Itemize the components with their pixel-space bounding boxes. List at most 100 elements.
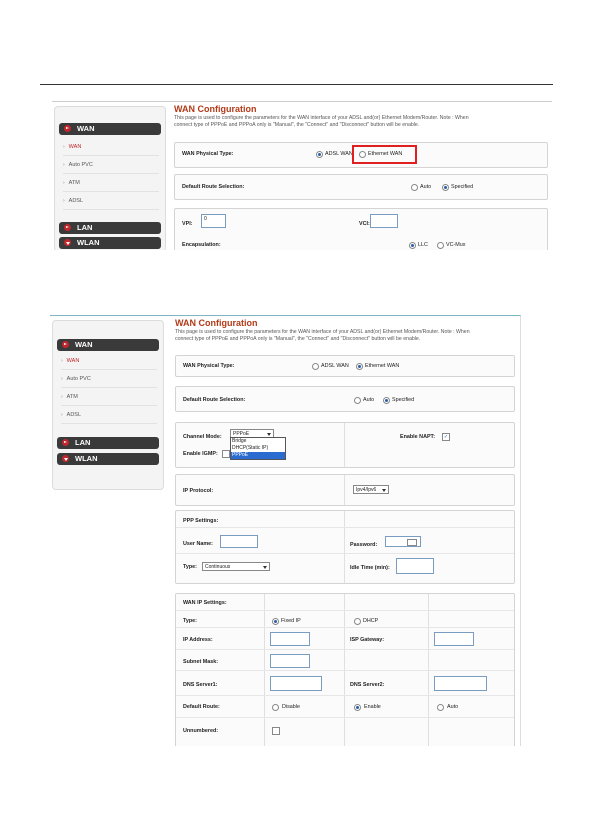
chevron-down-icon <box>382 489 386 492</box>
default-route-label: Default Route Selection: <box>183 397 246 403</box>
page-title: WAN Configuration <box>174 104 257 114</box>
wan-physical-type-label: WAN Physical Type: <box>183 363 235 369</box>
idle-time-input[interactable] <box>396 558 434 574</box>
subnet-mask-input[interactable] <box>270 654 310 668</box>
enable-napt-checkbox[interactable]: ✓ <box>442 433 450 441</box>
ppp-settings-panel: PPP Settings: User Name: Password: Type:… <box>175 510 515 584</box>
vc-mux-radio[interactable] <box>437 242 444 249</box>
arrow-right-icon <box>62 439 69 446</box>
wan-physical-type-panel: WAN Physical Type: ADSL WAN Ethernet WAN <box>175 355 515 377</box>
row-divider <box>176 717 514 718</box>
ethernet-wan-label: Ethernet WAN <box>365 363 400 369</box>
route-auto-radio[interactable] <box>437 704 444 711</box>
default-route-label: Default Route: <box>183 704 220 710</box>
sidebar-item-atm[interactable]: › ATM <box>61 390 157 406</box>
screenshot-ethernet-wan: WAN › WAN › Auto PVC › ATM › ADSL LAN WLAN W… <box>50 315 521 746</box>
menu-wlan[interactable]: WLAN <box>57 453 159 465</box>
sidebar-item-atm[interactable]: › ATM <box>63 176 159 192</box>
llc-label: LLC <box>418 242 428 248</box>
dns-server2-input[interactable] <box>434 676 487 691</box>
page-title: WAN Configuration <box>175 318 258 328</box>
password-label: Password: <box>350 542 378 548</box>
wan-physical-type-label: WAN Physical Type: <box>182 151 234 157</box>
dhcp-label: DHCP <box>363 618 379 624</box>
vci-input[interactable] <box>370 214 398 228</box>
route-enable-radio[interactable] <box>354 704 361 711</box>
dns-server1-input[interactable] <box>270 676 322 691</box>
password-input[interactable] <box>385 536 421 547</box>
adsl-wan-radio[interactable] <box>312 363 319 370</box>
row-divider <box>176 695 514 696</box>
menu-wan[interactable]: WAN <box>59 123 161 135</box>
route-specified-label: Specified <box>451 184 474 190</box>
menu-wan[interactable]: WAN <box>57 339 159 351</box>
fixed-ip-label: Fixed IP <box>281 618 301 624</box>
row-divider <box>176 670 514 671</box>
bullet-icon: › <box>61 412 63 418</box>
enable-igmp-label: Enable IGMP: <box>183 451 218 457</box>
ip-address-input[interactable] <box>270 632 310 646</box>
ip-address-label: IP Address: <box>183 637 213 643</box>
bullet-icon: › <box>63 198 65 204</box>
channel-mode-panel: Channel Mode: PPPoE Bridge DHCP(Static I… <box>175 422 515 468</box>
fixed-ip-radio[interactable] <box>272 618 279 625</box>
bullet-icon: › <box>63 162 65 168</box>
column-divider <box>344 475 345 505</box>
dns-server1-label: DNS Server1: <box>183 682 218 688</box>
idle-time-label: Idle Time (min): <box>350 565 390 571</box>
arrow-down-icon <box>62 455 69 462</box>
sidebar-item-auto-pvc[interactable]: › Auto PVC <box>63 158 159 174</box>
ppp-settings-label: PPP Settings: <box>183 518 219 524</box>
enable-igmp-checkbox[interactable] <box>222 450 230 458</box>
vpi-label: VPI: <box>182 221 193 227</box>
route-specified-radio[interactable] <box>442 184 449 191</box>
sidebar-item-wan[interactable]: › WAN <box>61 354 157 370</box>
ppp-type-select[interactable]: Continuous <box>202 562 270 571</box>
main-content: WAN Configuration This page is used to c… <box>175 318 517 746</box>
row-divider <box>176 527 514 528</box>
column-divider <box>344 511 345 583</box>
route-auto-radio[interactable] <box>411 184 418 191</box>
llc-radio[interactable] <box>409 242 416 249</box>
page-header-rule <box>40 84 553 85</box>
arrow-right-icon <box>64 224 71 231</box>
route-specified-radio[interactable] <box>383 397 390 404</box>
user-name-input[interactable] <box>220 535 258 548</box>
route-specified-label: Specified <box>392 397 415 403</box>
sidebar-item-adsl[interactable]: › ADSL <box>61 408 157 424</box>
dns-server2-label: DNS Server2: <box>350 682 385 688</box>
default-route-label: Default Route Selection: <box>182 184 245 190</box>
channel-mode-dropdown[interactable]: Bridge DHCP(Static IP) PPPoE <box>230 437 286 460</box>
option-dhcp-static-ip[interactable]: DHCP(Static IP) <box>231 445 285 452</box>
vpi-input[interactable]: 0 <box>201 214 226 228</box>
route-auto-radio[interactable] <box>354 397 361 404</box>
dhcp-radio[interactable] <box>354 618 361 625</box>
route-disable-radio[interactable] <box>272 704 279 711</box>
ip-protocol-panel: IP Protocol: Ipv4/Ipv6 <box>175 474 515 506</box>
arrow-right-icon <box>64 125 71 132</box>
vci-label: VCI: <box>359 221 370 227</box>
menu-lan[interactable]: LAN <box>59 222 161 234</box>
default-route-panel: Default Route Selection: Auto Specified <box>175 386 515 412</box>
row-divider <box>176 627 514 628</box>
page-description-line2: connect type of PPPoE and PPPoA only is … <box>174 122 420 128</box>
ip-protocol-select[interactable]: Ipv4/Ipv6 <box>353 485 389 494</box>
sidebar-item-auto-pvc[interactable]: › Auto PVC <box>61 372 157 388</box>
adsl-wan-radio[interactable] <box>316 151 323 158</box>
default-route-panel: Default Route Selection: Auto Specified <box>174 174 548 200</box>
keyboard-icon <box>407 539 417 546</box>
menu-lan[interactable]: LAN <box>57 437 159 449</box>
type-label: Type: <box>183 564 197 570</box>
isp-gateway-input[interactable] <box>434 632 474 646</box>
sidebar-item-wan[interactable]: › WAN <box>63 140 159 156</box>
menu-wlan[interactable]: WLAN <box>59 237 161 249</box>
ethernet-wan-radio[interactable] <box>356 363 363 370</box>
unnumbered-checkbox[interactable] <box>272 727 280 735</box>
encapsulation-label: Encapsulation: <box>182 242 221 248</box>
route-auto-label: Auto <box>447 704 459 710</box>
option-bridge[interactable]: Bridge <box>231 438 285 445</box>
sidebar-item-adsl[interactable]: › ADSL <box>63 194 159 210</box>
row-divider <box>176 649 514 650</box>
atm-settings-panel: VPI: 0 VCI: Encapsulation: LLC VC-Mux <box>174 208 548 250</box>
option-pppoe[interactable]: PPPoE <box>231 452 285 459</box>
